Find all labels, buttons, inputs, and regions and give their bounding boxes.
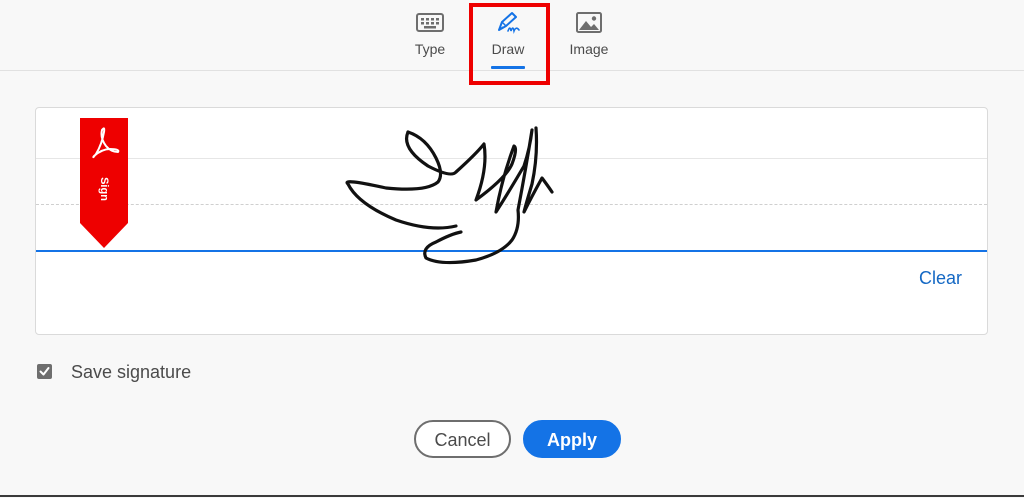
checkmark-icon (39, 367, 50, 376)
tab-image[interactable]: Image (556, 0, 622, 70)
cancel-button[interactable]: Cancel (414, 420, 511, 458)
keyboard-icon (415, 10, 445, 36)
tab-type-label: Type (414, 41, 446, 57)
signature-drawing-area[interactable]: Sign Clear (35, 107, 988, 335)
tab-type[interactable]: Type (400, 0, 460, 70)
drawn-signature (345, 126, 554, 265)
active-tab-indicator (491, 66, 525, 69)
clear-signature-link[interactable]: Clear (919, 268, 962, 289)
tab-draw[interactable]: Draw (478, 0, 538, 70)
signature-mode-tabbar: Type Draw Image (0, 0, 1024, 71)
save-signature-label: Save signature (71, 362, 192, 382)
apply-button[interactable]: Apply (523, 420, 621, 458)
pen-draw-icon (493, 10, 523, 36)
tab-image-label: Image (569, 41, 609, 57)
save-signature-checkbox[interactable] (37, 364, 52, 379)
tab-draw-label: Draw (491, 41, 525, 57)
bottom-divider (0, 495, 1024, 497)
image-icon (574, 10, 604, 36)
